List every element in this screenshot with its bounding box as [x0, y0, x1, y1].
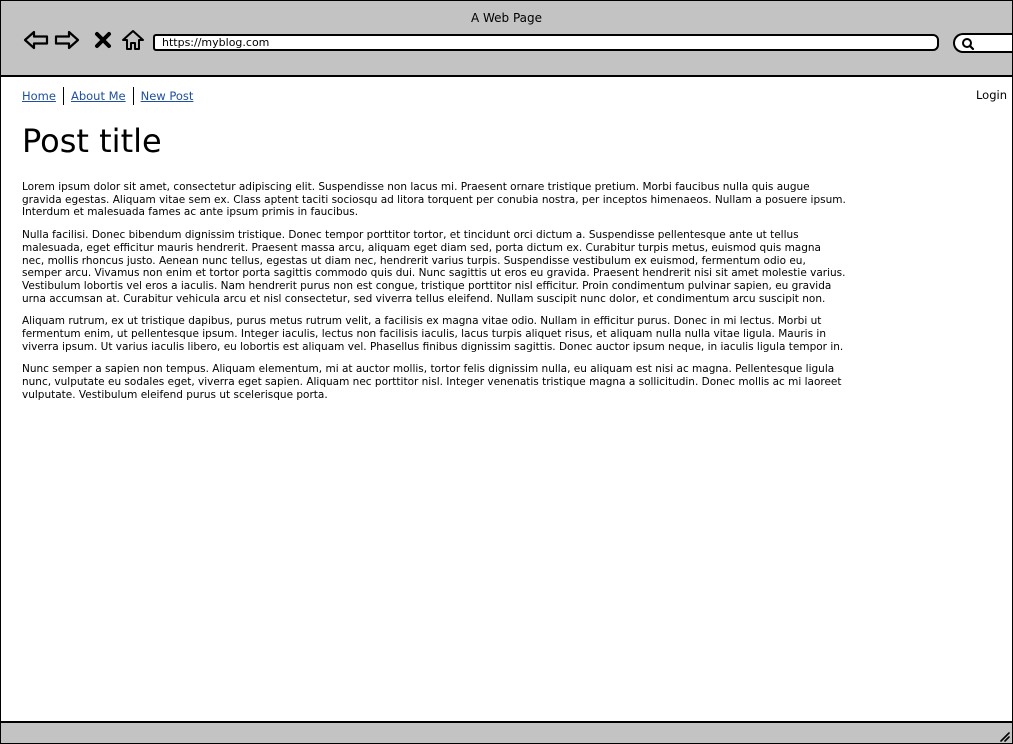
site-nav: Home About Me New Post: [22, 87, 193, 105]
post-paragraph: Aliquam rutrum, ex ut tristique dapibus,…: [22, 315, 844, 353]
browser-window: A Web Page https://myblog.com Home About…: [0, 0, 1013, 744]
post-paragraph: Nunc semper a sapien non tempus. Aliquam…: [22, 363, 842, 401]
close-icon: [95, 32, 111, 48]
forward-button[interactable]: [53, 28, 81, 52]
back-arrow-icon: [23, 30, 49, 50]
login-link[interactable]: Login: [976, 88, 1007, 102]
stop-button[interactable]: [93, 28, 113, 52]
post-paragraph: Nulla facilisi. Donec bibendum dignissim…: [22, 229, 846, 305]
nav-link-home[interactable]: Home: [22, 89, 56, 103]
forward-arrow-icon: [54, 30, 80, 50]
nav-divider: [62, 87, 64, 105]
window-title: A Web Page: [470, 11, 543, 25]
home-button[interactable]: [120, 28, 146, 52]
resize-grip-icon[interactable]: [998, 730, 1010, 742]
post-body: Lorem ipsum dolor sit amet, consectetur …: [22, 181, 846, 412]
nav-link-new-post[interactable]: New Post: [141, 89, 194, 103]
home-icon: [122, 30, 144, 50]
nav-divider: [132, 87, 134, 105]
back-button[interactable]: [22, 28, 50, 52]
search-input[interactable]: [953, 33, 1012, 53]
browser-toolbar: A Web Page https://myblog.com: [1, 1, 1012, 77]
status-bar: [1, 721, 1012, 743]
post-title: Post title: [22, 122, 162, 160]
nav-link-about-me[interactable]: About Me: [71, 89, 126, 103]
search-icon: [962, 38, 975, 51]
url-input[interactable]: https://myblog.com: [153, 34, 939, 51]
post-paragraph: Lorem ipsum dolor sit amet, consectetur …: [22, 181, 846, 219]
